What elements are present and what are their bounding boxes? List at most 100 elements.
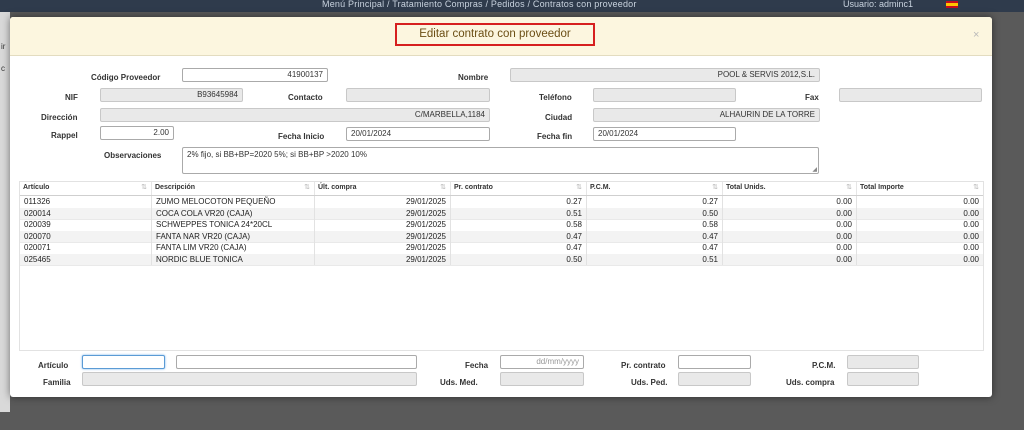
nombre-label: Nombre: [458, 73, 489, 82]
observaciones-textarea[interactable]: 2% fijo, si BB+BP=2020 5%; si BB+BP >202…: [182, 147, 819, 174]
articulo-label: Artículo: [38, 361, 69, 370]
table-cell: SCHWEPPES TONICA 24*20CL: [152, 219, 315, 231]
direccion-field: C/MARBELLA,1184: [100, 108, 490, 122]
user-label[interactable]: Usuario: adminc1: [843, 0, 913, 9]
sort-icon[interactable]: ⇅: [576, 182, 582, 194]
table-cell: 29/01/2025: [315, 253, 451, 265]
contacto-label: Contacto: [288, 93, 323, 102]
table-cell: 011326: [20, 196, 152, 208]
spain-flag-icon[interactable]: [946, 1, 958, 8]
table-cell: 29/01/2025: [315, 196, 451, 208]
table-cell: 0.00: [723, 219, 857, 231]
background-text: c: [1, 64, 5, 73]
codigo-proveedor-input[interactable]: 41900137: [182, 68, 328, 82]
table-cell: 0.47: [587, 242, 723, 254]
table-cell: 0.00: [723, 242, 857, 254]
table-cell: 0.00: [723, 253, 857, 265]
table-cell: 0.00: [963, 243, 979, 252]
column-header-total-importe[interactable]: Total Importe ⇅: [857, 182, 983, 195]
articulo-input[interactable]: [82, 355, 165, 369]
close-icon[interactable]: ×: [973, 29, 979, 41]
table-cell: 020039: [20, 219, 152, 231]
column-header-articulo[interactable]: Artículo ⇅: [20, 182, 152, 195]
codigo-proveedor-label: Código Proveedor: [91, 73, 161, 82]
pcm-label: P.C.M.: [812, 361, 836, 370]
table-row[interactable]: 025465 NORDIC BLUE TONICA 29/01/2025 0.50 0.…: [20, 253, 983, 266]
table-cell: 0.00: [723, 196, 857, 208]
table-cell: 0.27: [451, 196, 587, 208]
uds-compra-field: [847, 372, 919, 386]
ciudad-label: Ciudad: [545, 113, 573, 122]
table-cell: 0.00: [723, 230, 857, 242]
table-cell: 025465: [20, 253, 152, 265]
direccion-label: Dirección: [41, 113, 78, 122]
resize-grip-icon[interactable]: ◢: [812, 166, 817, 173]
fax-field: [839, 88, 982, 102]
sort-icon[interactable]: ⇅: [712, 182, 718, 194]
table-cell: FANTA NAR VR20 (CAJA): [152, 230, 315, 242]
telefono-label: Teléfono: [539, 93, 572, 102]
observaciones-label: Observaciones: [104, 151, 162, 160]
uds-compra-label: Uds. compra: [786, 378, 835, 387]
column-header-pr-contrato[interactable]: Pr. contrato ⇅: [451, 182, 587, 195]
table-cell: 0.00: [723, 207, 857, 219]
nif-field: B93645984: [100, 88, 243, 102]
sort-icon[interactable]: ⇅: [440, 182, 446, 194]
table-header: Artículo ⇅ Descripción ⇅ Últ. compra ⇅ Pr. …: [20, 182, 983, 196]
column-header-ult-compra[interactable]: Últ. compra ⇅: [315, 182, 451, 195]
table-cell: 0.00: [963, 220, 979, 229]
background-page: ir c: [0, 12, 10, 412]
column-header-descripcion[interactable]: Descripción ⇅: [152, 182, 315, 195]
table-cell: 0.58: [451, 219, 587, 231]
table-cell: 020071: [20, 242, 152, 254]
observaciones-text: 2% fijo, si BB+BP=2020 5%; si BB+BP >202…: [187, 150, 367, 159]
table-cell: 0.47: [451, 230, 587, 242]
fecha-input[interactable]: dd/mm/yyyy: [500, 355, 584, 369]
table-cell: ZUMO MELOCOTON PEQUEÑO: [152, 196, 315, 208]
table-cell: 0.50: [451, 253, 587, 265]
table-cell: 0.00: [963, 231, 979, 241]
table-cell: 0.51: [451, 207, 587, 219]
table-cell: COCA COLA VR20 (CAJA): [152, 207, 315, 219]
uds-ped-label: Uds. Ped.: [631, 378, 668, 387]
fecha-fin-input[interactable]: 20/01/2024: [593, 127, 736, 141]
table-cell: FANTA LIM VR20 (CAJA): [152, 242, 315, 254]
familia-field: [82, 372, 417, 386]
breadcrumb[interactable]: Menú Principal / Tratamiento Compras / P…: [322, 0, 637, 9]
sort-icon[interactable]: ⇅: [141, 182, 147, 194]
pr-contrato-input[interactable]: [678, 355, 751, 369]
sort-icon[interactable]: ⇅: [846, 182, 852, 194]
table-cell: 0.00: [963, 254, 979, 264]
articles-table: Artículo ⇅ Descripción ⇅ Últ. compra ⇅ Pr. …: [19, 181, 984, 351]
table-cell: 0.58: [587, 219, 723, 231]
nombre-field: POOL & SERVIS 2012,S.L.: [510, 68, 820, 82]
fax-label: Fax: [805, 93, 819, 102]
table-cell: 0.47: [587, 230, 723, 242]
rappel-input[interactable]: 2.00: [100, 126, 174, 140]
table-cell: 0.47: [451, 242, 587, 254]
table-cell: 29/01/2025: [315, 242, 451, 254]
sort-icon[interactable]: ⇅: [973, 182, 979, 194]
articulo-description-input[interactable]: [176, 355, 417, 369]
fecha-inicio-input[interactable]: 20/01/2024: [346, 127, 490, 141]
column-header-total-unids[interactable]: Total Unids. ⇅: [723, 182, 857, 195]
pcm-field: [847, 355, 919, 369]
top-navbar: Menú Principal / Tratamiento Compras / P…: [0, 0, 1024, 12]
table-cell: 020070: [20, 230, 152, 242]
table-cell: 0.00: [963, 208, 979, 218]
modal-title: Editar contrato con proveedor: [395, 23, 595, 46]
table-cell: 29/01/2025: [315, 230, 451, 242]
table-cell: 0.00: [963, 197, 979, 206]
sort-icon[interactable]: ⇅: [304, 182, 310, 194]
rappel-label: Rappel: [51, 131, 78, 140]
column-header-pcm[interactable]: P.C.M. ⇅: [587, 182, 723, 195]
modal-header: Editar contrato con proveedor ×: [10, 17, 992, 56]
fecha-fin-label: Fecha fin: [537, 132, 573, 141]
table-cell: 0.50: [587, 207, 723, 219]
table-cell: NORDIC BLUE TONICA: [152, 253, 315, 265]
table-cell: 29/01/2025: [315, 207, 451, 219]
uds-med-field: [500, 372, 584, 386]
nif-label: NIF: [65, 93, 78, 102]
familia-label: Familia: [43, 378, 71, 387]
edit-contract-modal: Editar contrato con proveedor × Código P…: [10, 17, 992, 397]
